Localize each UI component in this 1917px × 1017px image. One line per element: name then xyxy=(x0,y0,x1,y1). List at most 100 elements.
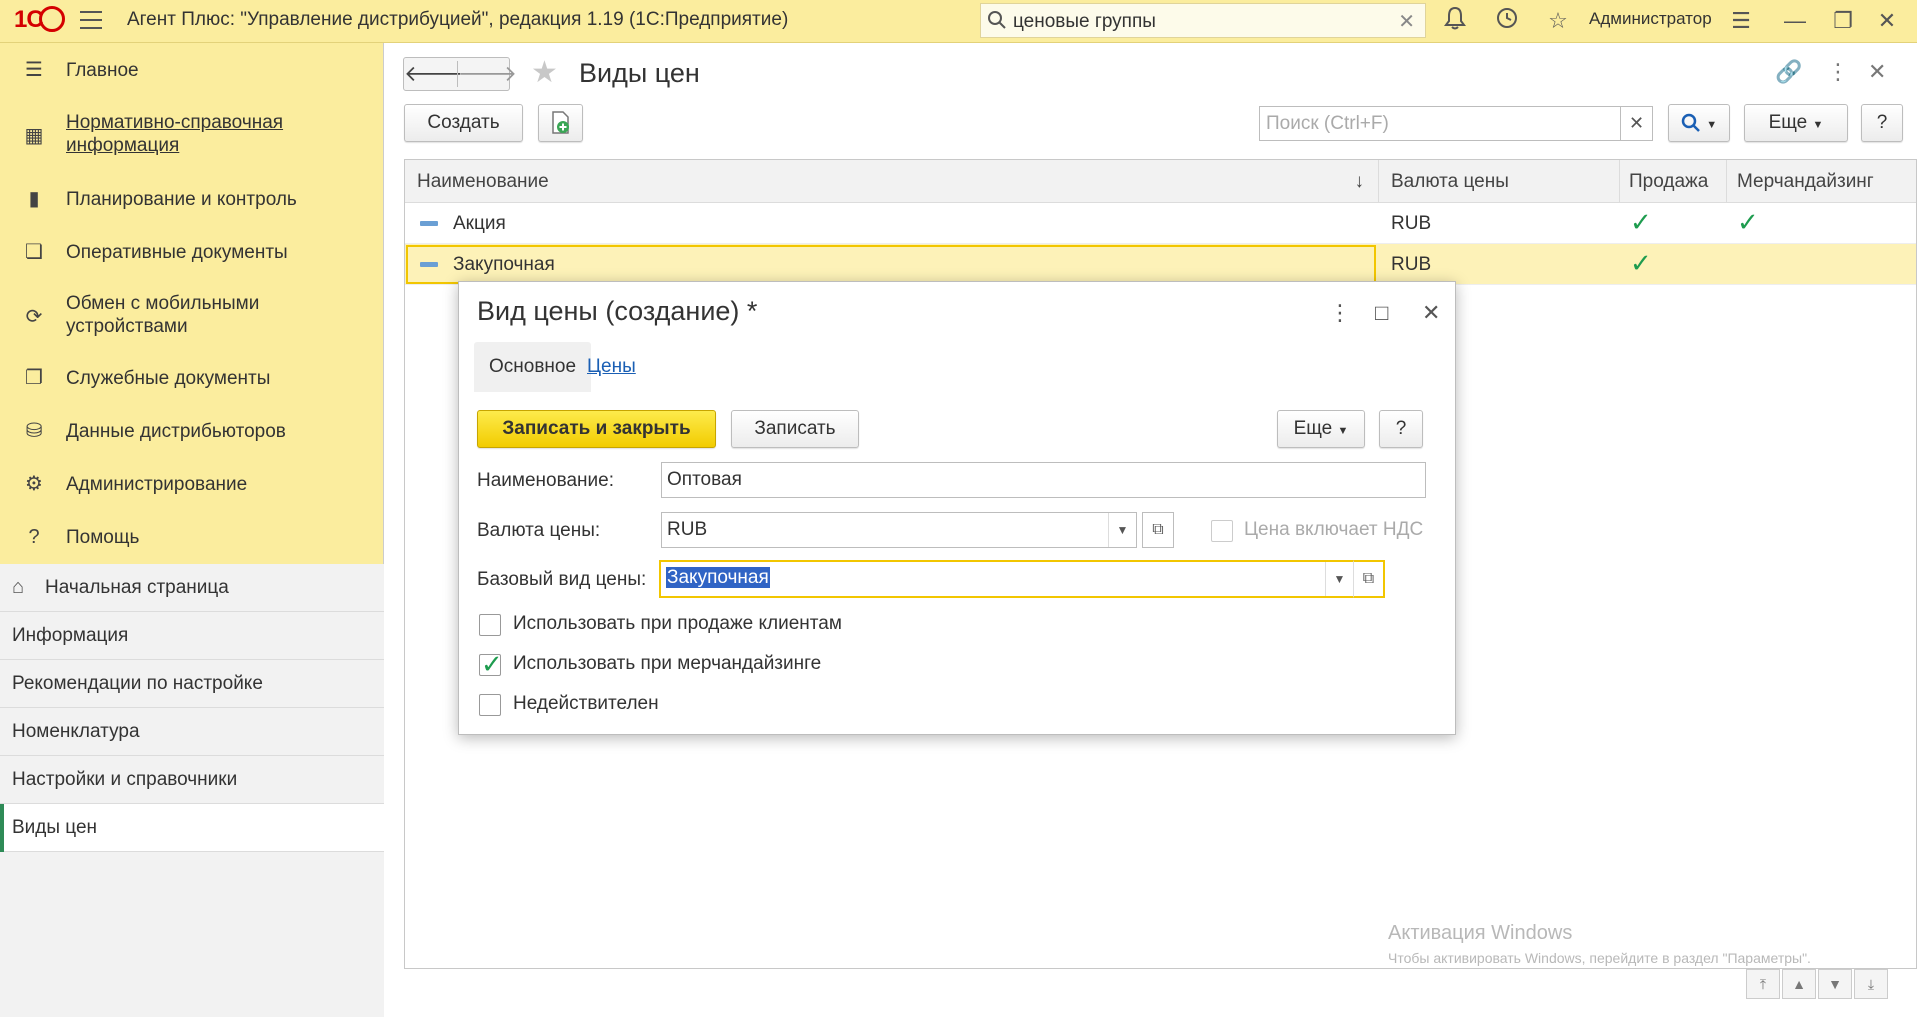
dialog-title: Вид цены (создание) * xyxy=(477,296,758,326)
open-window-info[interactable]: Информация xyxy=(0,612,384,660)
bell-icon[interactable] xyxy=(1440,6,1470,36)
main-menu-icon[interactable] xyxy=(80,11,102,29)
open-currency-icon[interactable]: ⧉ xyxy=(1142,512,1174,548)
open-window-home[interactable]: ⌂ Начальная страница xyxy=(0,564,384,612)
more-vertical-icon[interactable]: ⋮ xyxy=(1329,300,1351,326)
base-price-label: Базовый вид цены: xyxy=(477,569,647,590)
checkmark-icon: ✓ xyxy=(1630,248,1652,278)
list-search-input[interactable]: Поиск (Ctrl+F) xyxy=(1259,106,1621,141)
open-window-recommendations[interactable]: Рекомендации по настройке xyxy=(0,660,384,708)
close-form-icon[interactable]: ✕ xyxy=(1868,59,1886,85)
vat-checkbox[interactable] xyxy=(1211,520,1233,542)
cell-name: Акция xyxy=(453,213,506,234)
dialog-help-button[interactable]: ? xyxy=(1379,410,1423,448)
save-button[interactable]: Записать xyxy=(731,410,859,448)
documents-icon: ❏ xyxy=(25,241,43,263)
sale-checkbox-label[interactable]: Использовать при продаже клиентам xyxy=(513,613,842,635)
open-window-label: Информация xyxy=(12,625,129,646)
table-header: Наименование ↓ Валюта цены Продажа Мерча… xyxy=(405,160,1916,203)
merch-checkbox[interactable] xyxy=(479,649,503,680)
dialog-more-button[interactable]: Еще ▼ xyxy=(1277,410,1365,448)
more-vertical-icon[interactable]: ⋮ xyxy=(1827,59,1849,85)
chevron-down-icon[interactable]: ▼ xyxy=(1325,562,1353,596)
item-marker-icon xyxy=(420,262,438,267)
table-row-selected[interactable]: Закупочная RUB ✓ xyxy=(405,244,1916,285)
column-title: Наименование xyxy=(417,171,549,192)
search-mode-button[interactable]: ▼ xyxy=(1668,104,1730,142)
name-field[interactable]: Оптовая xyxy=(661,462,1426,498)
sidebar-item-label-line1: Нормативно-справочная xyxy=(66,112,284,133)
sidebar: ☰ Главное ▦ Нормативно-справочная информ… xyxy=(0,43,384,1017)
more-label: Еще xyxy=(1293,418,1333,439)
invalid-checkbox-label[interactable]: Недействителен xyxy=(513,693,659,715)
menu-lines-icon: ☰ xyxy=(25,59,43,81)
save-and-close-button[interactable]: Записать и закрыть xyxy=(477,410,716,448)
help-button[interactable]: ? xyxy=(1861,104,1903,142)
sidebar-item-label: Планирование и контроль xyxy=(66,189,297,210)
history-icon[interactable] xyxy=(1492,6,1522,36)
column-header-name[interactable]: Наименование ↓ xyxy=(405,160,1379,203)
cell-name: Закупочная xyxy=(453,254,555,275)
sidebar-item-help[interactable]: ? Помощь xyxy=(0,524,384,568)
cell-currency: RUB xyxy=(1391,213,1432,234)
sidebar-item-operational-docs[interactable]: ❏ Оперативные документы xyxy=(0,239,384,283)
column-header-sale[interactable]: Продажа xyxy=(1620,160,1727,203)
favorite-star-icon[interactable]: ★ xyxy=(531,55,558,90)
currency-label: Валюта цены: xyxy=(477,520,601,541)
scroll-down-icon[interactable]: ▼ xyxy=(1818,969,1852,999)
minimize-icon[interactable]: — xyxy=(1780,6,1810,36)
open-window-settings[interactable]: Настройки и справочники xyxy=(0,756,384,804)
clear-list-search-icon[interactable]: ✕ xyxy=(1621,106,1653,141)
column-header-currency[interactable]: Валюта цены xyxy=(1379,160,1620,203)
base-price-field[interactable]: Закупочная ▼ xyxy=(659,560,1355,598)
scroll-top-icon[interactable]: ⤒ xyxy=(1746,969,1780,999)
chevron-down-icon[interactable]: ▼ xyxy=(1108,513,1136,547)
currency-field[interactable]: RUB ▼ xyxy=(661,512,1137,548)
sidebar-item-mobile-exchange[interactable]: ⟳ Обмен с мобильными устройствами xyxy=(0,292,384,342)
close-dialog-icon[interactable]: ✕ xyxy=(1422,300,1440,326)
add-document-icon xyxy=(551,111,569,134)
app-logo[interactable]: 1С xyxy=(14,5,65,34)
open-window-label: Настройки и справочники xyxy=(12,769,238,790)
help-icon: ? xyxy=(28,526,40,548)
sale-checkbox[interactable] xyxy=(479,614,501,636)
scroll-up-icon[interactable]: ▲ xyxy=(1782,969,1816,999)
column-header-merch[interactable]: Мерчандайзинг xyxy=(1727,160,1916,203)
global-search-value: ценовые группы xyxy=(1013,11,1156,32)
tab-prices[interactable]: Цены xyxy=(572,342,651,392)
search-icon xyxy=(1681,113,1700,132)
open-window-label: Виды цен xyxy=(12,817,98,838)
forward-arrow-icon[interactable]: 🡒 xyxy=(457,61,517,87)
sidebar-item-label: Служебные документы xyxy=(66,368,271,389)
sidebar-item-reference-info[interactable]: ▦ Нормативно-справочная информация xyxy=(0,111,384,161)
settings-lines-icon[interactable]: ☰ xyxy=(1726,6,1756,36)
clear-search-icon[interactable]: ✕ xyxy=(1398,9,1415,34)
more-button[interactable]: Еще ▼ xyxy=(1744,104,1848,142)
open-window-price-types[interactable]: Виды цен xyxy=(0,804,384,852)
merch-checkbox-label[interactable]: Использовать при мерчандайзинге xyxy=(513,653,821,675)
back-arrow-icon[interactable]: 🡐 xyxy=(404,61,463,87)
home-icon: ⌂ xyxy=(12,576,25,598)
top-bar: 1С Агент Плюс: "Управление дистрибуцией"… xyxy=(0,0,1917,43)
global-search-input[interactable]: ценовые группы ✕ xyxy=(980,3,1426,38)
restore-icon[interactable]: ❐ xyxy=(1828,6,1858,36)
user-name[interactable]: Администратор xyxy=(1589,9,1712,29)
distributor-data-icon: ⛁ xyxy=(25,420,43,442)
invalid-checkbox[interactable] xyxy=(479,694,501,716)
open-base-price-icon[interactable]: ⧉ xyxy=(1353,560,1385,598)
list-scroll-buttons: ⤒ ▲ ▼ ⤓ xyxy=(1746,969,1890,999)
create-button[interactable]: Создать xyxy=(404,104,523,142)
open-window-nomenclature[interactable]: Номенклатура xyxy=(0,708,384,756)
scroll-bottom-icon[interactable]: ⤓ xyxy=(1854,969,1888,999)
close-app-icon[interactable]: ✕ xyxy=(1872,6,1902,36)
link-icon[interactable]: 🔗 xyxy=(1775,59,1802,85)
favorites-star-icon[interactable]: ☆ xyxy=(1543,6,1573,36)
sidebar-item-main[interactable]: ☰ Главное xyxy=(0,57,384,101)
maximize-icon[interactable]: □ xyxy=(1375,300,1388,326)
table-row[interactable]: Акция RUB ✓ ✓ xyxy=(405,203,1916,244)
sidebar-item-planning[interactable]: ▮ Планирование и контроль xyxy=(0,186,384,230)
sidebar-item-service-docs[interactable]: ❐ Служебные документы xyxy=(0,365,384,409)
sidebar-item-distributor-data[interactable]: ⛁ Данные дистрибьюторов xyxy=(0,418,384,462)
create-copy-button[interactable] xyxy=(538,104,583,142)
sidebar-item-administration[interactable]: ⚙ Администрирование xyxy=(0,471,384,515)
